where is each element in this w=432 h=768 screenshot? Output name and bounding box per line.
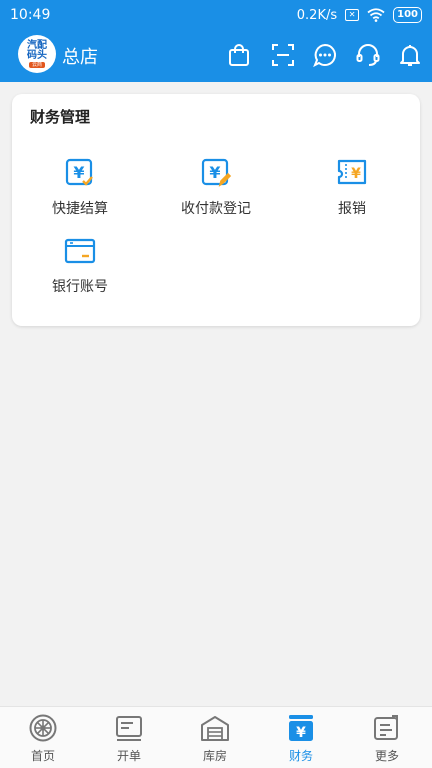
tile-label: 银行账号	[52, 279, 108, 295]
svg-text:¥: ¥	[351, 166, 361, 182]
tab-label: 首页	[30, 749, 55, 763]
order-icon	[114, 713, 144, 743]
bottom-tab-bar: 首页 开单 库房 ¥ 财务 更多	[0, 706, 432, 768]
logo-tag: 云商	[28, 61, 45, 68]
no-sim-icon: ✕	[345, 9, 360, 21]
tab-label: 财务	[288, 749, 313, 763]
network-speed: 0.2K/s	[296, 7, 338, 23]
svg-text:¥: ¥	[209, 163, 220, 182]
store-name[interactable]: 总店	[62, 43, 98, 69]
card-title: 财务管理	[30, 108, 91, 126]
tab-warehouse[interactable]: 库房	[172, 713, 258, 767]
logo-text: 汽配码头	[27, 39, 47, 61]
bank-account-tile[interactable]: 银行账号	[12, 236, 148, 300]
customer-service-icon[interactable]	[355, 42, 381, 68]
shopping-bag-icon[interactable]	[226, 42, 252, 68]
svg-text:¥: ¥	[73, 163, 84, 182]
header: 汽配码头 云商 总店	[0, 33, 432, 77]
top-bar: 10:49 0.2K/s ✕ 100 汽配码头 云商 总店	[0, 0, 432, 82]
quick-settle-icon: ¥	[64, 158, 96, 188]
payment-register-tile[interactable]: ¥ 收付款登记	[148, 158, 284, 222]
battery-indicator: 100	[393, 7, 422, 23]
finance-management-card: 财务管理 ¥ 快捷结算 ¥ 收付款登记 ¥ 报销 银行账号	[12, 94, 420, 326]
finance-icon: ¥	[286, 713, 316, 743]
tile-label: 报销	[338, 201, 366, 217]
bank-card-icon	[64, 236, 96, 266]
reimbursement-icon: ¥	[336, 158, 368, 188]
warehouse-icon	[200, 713, 230, 743]
tab-label: 更多	[374, 749, 399, 763]
reimbursement-tile[interactable]: ¥ 报销	[284, 158, 420, 222]
notification-bell-icon[interactable]	[397, 42, 423, 68]
status-bar: 10:49 0.2K/s ✕ 100	[0, 0, 432, 30]
chat-icon[interactable]	[312, 42, 338, 68]
more-icon	[372, 713, 402, 743]
tab-label: 开单	[116, 749, 141, 763]
tab-label: 库房	[202, 749, 227, 763]
home-wheel-icon	[28, 713, 58, 743]
status-time: 10:49	[10, 7, 51, 23]
scan-icon[interactable]	[270, 42, 296, 68]
wifi-icon	[367, 8, 385, 22]
store-logo[interactable]: 汽配码头 云商	[18, 35, 56, 73]
status-indicators: 0.2K/s ✕ 100	[297, 7, 422, 23]
quick-settle-tile[interactable]: ¥ 快捷结算	[12, 158, 148, 222]
tab-more[interactable]: 更多	[344, 713, 430, 767]
tile-label: 快捷结算	[52, 201, 108, 217]
svg-text:¥: ¥	[296, 725, 306, 741]
payment-register-icon: ¥	[200, 158, 232, 188]
tile-label: 收付款登记	[181, 201, 251, 217]
tab-home[interactable]: 首页	[0, 713, 86, 767]
tab-finance[interactable]: ¥ 财务	[258, 713, 344, 767]
tab-order[interactable]: 开单	[86, 713, 172, 767]
